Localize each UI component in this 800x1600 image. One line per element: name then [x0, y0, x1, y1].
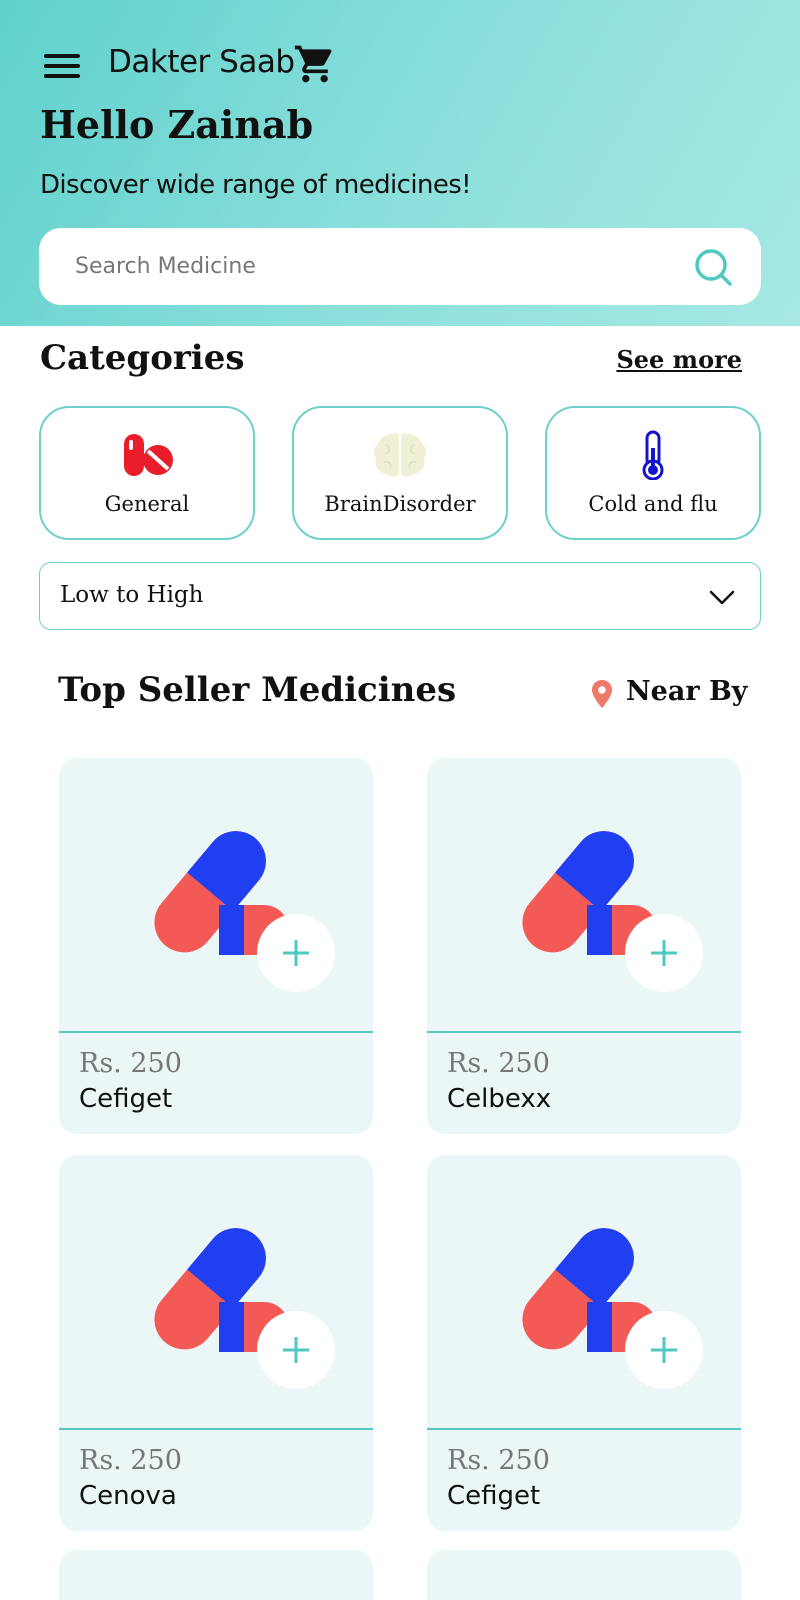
- brain-icon: [370, 430, 430, 480]
- product-name: Cefiget: [447, 1481, 541, 1511]
- greeting-title: Hello Zainab: [40, 102, 314, 147]
- header: Dakter Saab Hello Zainab Discover wide r…: [0, 0, 800, 326]
- near-by-filter[interactable]: Near By: [590, 675, 748, 715]
- add-to-cart-button[interactable]: [625, 914, 703, 992]
- product-card-partial[interactable]: [427, 1550, 741, 1600]
- plus-icon: [651, 1337, 677, 1363]
- product-card[interactable]: Rs. 250 Cenova: [59, 1155, 373, 1531]
- category-label: General: [104, 492, 190, 516]
- location-pin-icon: [590, 679, 614, 709]
- cart-icon[interactable]: [293, 42, 337, 86]
- product-image: [427, 758, 741, 1032]
- product-image: [59, 1155, 373, 1429]
- product-image: [427, 1155, 741, 1429]
- pills-icon: [117, 430, 177, 480]
- product-name: Cefiget: [79, 1084, 173, 1114]
- product-name: Cenova: [79, 1481, 177, 1511]
- chevron-down-icon: [708, 585, 736, 609]
- product-card-partial[interactable]: [59, 1550, 373, 1600]
- greeting-subtitle: Discover wide range of medicines!: [40, 170, 472, 200]
- divider: [427, 1031, 741, 1033]
- plus-icon: [283, 940, 309, 966]
- product-name: Celbexx: [447, 1084, 552, 1114]
- app-title: Dakter Saab: [108, 44, 295, 80]
- divider: [427, 1428, 741, 1430]
- product-price: Rs. 250: [447, 1048, 550, 1079]
- product-price: Rs. 250: [79, 1445, 182, 1476]
- divider: [59, 1031, 373, 1033]
- search-input[interactable]: [75, 246, 655, 286]
- divider: [59, 1428, 373, 1430]
- see-more-link[interactable]: See more: [616, 345, 742, 374]
- hamburger-menu-icon[interactable]: [42, 52, 82, 82]
- product-image: [59, 758, 373, 1032]
- plus-icon: [651, 940, 677, 966]
- add-to-cart-button[interactable]: [625, 1311, 703, 1389]
- plus-icon: [283, 1337, 309, 1363]
- category-label: BrainDisorder: [324, 492, 476, 516]
- product-price: Rs. 250: [447, 1445, 550, 1476]
- search-bar: [39, 228, 761, 305]
- product-card[interactable]: Rs. 250 Cefiget: [427, 1155, 741, 1531]
- categories-title: Categories: [40, 338, 245, 378]
- add-to-cart-button[interactable]: [257, 1311, 335, 1389]
- sort-selected-value: Low to High: [60, 582, 204, 608]
- sort-dropdown[interactable]: Low to High: [39, 562, 761, 630]
- near-by-label: Near By: [626, 676, 748, 707]
- product-card[interactable]: Rs. 250 Cefiget: [59, 758, 373, 1134]
- category-brain-disorder[interactable]: BrainDisorder: [292, 406, 508, 540]
- product-price: Rs. 250: [79, 1048, 182, 1079]
- category-cold-and-flu[interactable]: Cold and flu: [545, 406, 761, 540]
- category-label: Cold and flu: [588, 492, 718, 516]
- product-card[interactable]: Rs. 250 Celbexx: [427, 758, 741, 1134]
- thermometer-icon: [623, 430, 683, 481]
- category-general[interactable]: General: [39, 406, 255, 540]
- top-seller-title: Top Seller Medicines: [58, 670, 457, 710]
- search-icon[interactable]: [691, 245, 735, 289]
- add-to-cart-button[interactable]: [257, 914, 335, 992]
